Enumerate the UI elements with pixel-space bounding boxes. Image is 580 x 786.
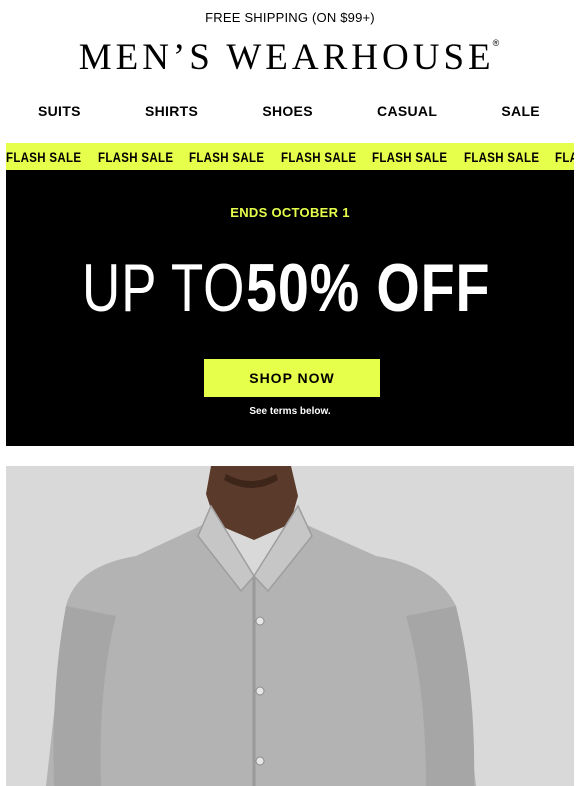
ticker-item: FLASH SALE <box>6 148 82 165</box>
free-shipping-text: FREE SHIPPING (ON $99+) <box>205 9 375 25</box>
nav-item-suits[interactable]: SUITS <box>38 103 81 119</box>
ticker-item: FLASH SALE <box>189 148 265 165</box>
ticker-item: FLASH SALE <box>463 148 539 165</box>
sale-hero[interactable]: ENDS OCTOBER 1 UP TO 50% OFF SHOP NOW Se… <box>6 170 574 446</box>
nav-item-casual[interactable]: CASUAL <box>377 103 437 119</box>
brand-name: MEN’S WEARHOUSE <box>78 36 495 78</box>
registered-mark: ® <box>492 38 500 48</box>
nav-item-sale[interactable]: SALE <box>501 103 540 119</box>
terms-note: See terms below. <box>249 406 331 417</box>
headline-light: UP TO <box>82 250 246 326</box>
product-image[interactable] <box>6 466 574 786</box>
ticker-item: FLASH SALE <box>372 148 448 165</box>
nav-item-shirts[interactable]: SHIRTS <box>145 103 198 119</box>
nav-item-shoes[interactable]: SHOES <box>262 103 313 119</box>
man-in-gray-shirt-illustration <box>6 466 574 786</box>
brand-logo[interactable]: MEN’S WEARHOUSE ® <box>0 34 580 80</box>
shop-now-button[interactable]: SHOP NOW <box>204 359 380 397</box>
ticker-item: FLASH SALE <box>555 148 574 165</box>
sale-headline: UP TO 50% OFF <box>6 248 574 328</box>
free-shipping-banner[interactable]: FREE SHIPPING (ON $99+) <box>0 0 580 34</box>
ticker-item: FLASH SALE <box>280 148 356 165</box>
headline-bold: 50% OFF <box>245 250 490 326</box>
main-nav: SUITS SHIRTS SHOES CASUAL SALE <box>0 86 580 136</box>
sale-end-date: ENDS OCTOBER 1 <box>230 205 350 220</box>
ticker-item: FLASH SALE <box>97 148 173 165</box>
flash-sale-ticker: FLASH SALE FLASH SALE FLASH SALE FLASH S… <box>6 143 574 170</box>
